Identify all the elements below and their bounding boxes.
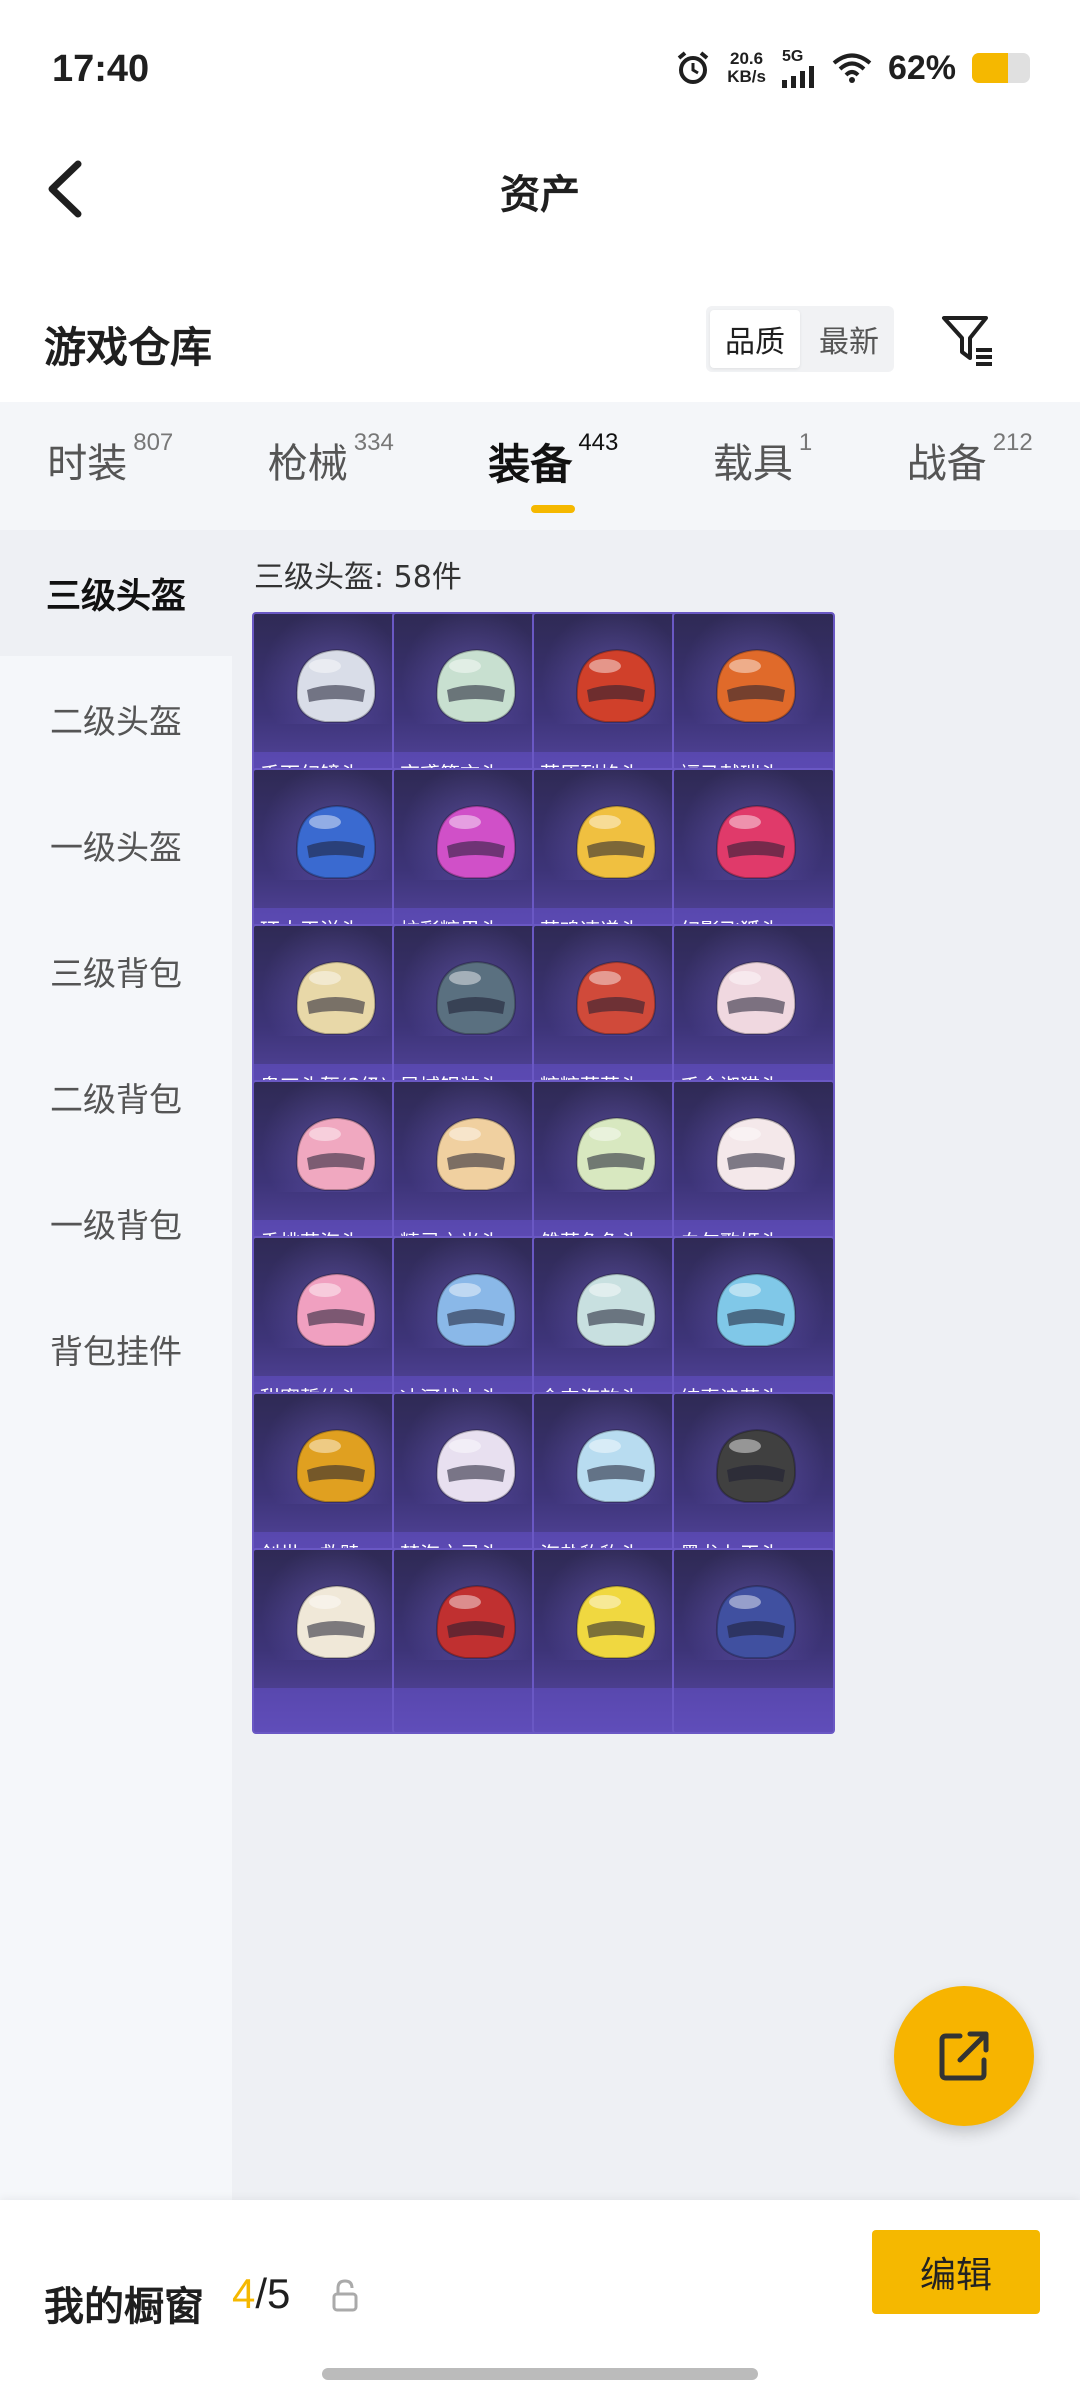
alarm-icon — [677, 51, 709, 84]
tab-label: 时装 — [47, 441, 128, 487]
helmet-icon — [435, 804, 517, 879]
net-speed: 20.6 KB/s — [727, 49, 766, 86]
helmet-icon — [575, 1116, 657, 1191]
lock-icon — [332, 2279, 358, 2312]
item-name — [394, 1688, 553, 1732]
home-indicator — [322, 2368, 758, 2380]
item-card[interactable] — [252, 1548, 415, 1734]
tab-count: 443 — [578, 429, 619, 456]
helmet-icon — [575, 960, 657, 1035]
sort-toggle: 品质 最新 — [706, 306, 894, 372]
status-time: 17:40 — [52, 48, 150, 90]
tab-label: 战备 — [906, 441, 987, 487]
helmet-icon — [575, 1584, 657, 1659]
tab-firearms[interactable]: 枪械 334 — [267, 429, 394, 501]
sidebar-item-level1-helmet[interactable]: 一级头盔 — [0, 782, 232, 908]
share-button[interactable] — [894, 1986, 1034, 2126]
battery-icon — [972, 53, 1030, 83]
tab-combat-gear[interactable]: 战备 212 — [906, 429, 1033, 501]
warehouse-header: 游戏仓库 品质 最新 — [0, 290, 1080, 390]
helmet-icon — [715, 960, 797, 1035]
sidebar-item-level2-helmet[interactable]: 二级头盔 — [0, 656, 232, 782]
share-icon — [939, 2031, 989, 2081]
helmet-icon — [575, 1272, 657, 1347]
helmet-icon — [435, 960, 517, 1035]
helmet-icon — [575, 648, 657, 723]
helmet-icon — [715, 1272, 797, 1347]
filter-icon — [942, 316, 992, 366]
tab-fashion[interactable]: 时装 807 — [47, 429, 174, 501]
helmet-icon — [295, 960, 377, 1035]
helmet-icon — [715, 1584, 797, 1659]
tab-label: 装备 — [488, 440, 573, 489]
item-card[interactable] — [532, 1548, 695, 1734]
tab-label: 载具 — [712, 441, 793, 487]
battery-percent: 62% — [887, 48, 956, 87]
helmet-icon — [295, 1116, 377, 1191]
tab-count: 212 — [992, 429, 1033, 456]
helmet-icon — [295, 1584, 377, 1659]
tab-count: 334 — [353, 429, 394, 456]
app-header: 资产 — [0, 140, 1080, 240]
sort-quality-option[interactable]: 品质 — [710, 310, 800, 368]
item-name — [254, 1688, 413, 1732]
tab-active-indicator — [531, 505, 576, 513]
helmet-icon — [435, 1272, 517, 1347]
tab-label: 枪械 — [267, 441, 348, 487]
helmet-icon — [715, 1428, 797, 1503]
showcase-separator: / — [255, 2270, 268, 2317]
showcase-total: 5 — [267, 2270, 291, 2317]
category-tabs: 时装 807 枪械 334 装备 443 载具 1 战备 212 — [0, 402, 1080, 530]
item-card[interactable] — [672, 1548, 835, 1734]
section-title: 三级头盔: 58件 — [254, 560, 462, 595]
status-bar: 17:40 20.6 KB/s 5G 62% — [0, 0, 1080, 140]
sidebar-item-level3-helmet[interactable]: 三级头盔 — [0, 530, 232, 656]
helmet-icon — [435, 1116, 517, 1191]
sidebar-item-level3-backpack[interactable]: 三级背包 — [0, 908, 232, 1034]
wifi-icon — [832, 53, 872, 83]
subcategory-sidebar: 三级头盔 二级头盔 一级头盔 三级背包 二级背包 一级背包 背包挂件 — [0, 530, 232, 2200]
status-right: 20.6 KB/s 5G 62% — [675, 48, 1030, 88]
helmet-icon — [435, 648, 517, 723]
helmet-icon — [715, 1116, 797, 1191]
battery-fill — [972, 53, 1008, 83]
signal-group: 5G — [781, 48, 816, 88]
helmet-icon — [295, 804, 377, 879]
edit-button[interactable]: 编辑 — [872, 2230, 1040, 2314]
helmet-icon — [295, 1272, 377, 1347]
showcase-count: 4/5 — [232, 2270, 290, 2318]
showcase-label: 我的橱窗 — [44, 2284, 204, 2330]
showcase-current: 4 — [232, 2270, 256, 2317]
item-panel: 三级头盔: 58件 千面幻镜头···夜鸢箴言头···荒原烈焰头···福马献瑞头·… — [232, 530, 1080, 2200]
tab-vehicles[interactable]: 载具 1 — [712, 429, 813, 501]
sort-newest-option[interactable]: 最新 — [804, 306, 894, 372]
tab-count: 1 — [798, 429, 813, 456]
tab-equipment[interactable]: 装备 443 — [488, 429, 619, 513]
signal-icon — [781, 66, 814, 88]
item-name — [674, 1688, 833, 1732]
helmet-icon — [575, 1428, 657, 1503]
helmet-icon — [715, 648, 797, 723]
warehouse-label: 游戏仓库 — [44, 323, 213, 372]
sidebar-item-backpack-charm[interactable]: 背包挂件 — [0, 1286, 232, 1412]
helmet-icon — [715, 804, 797, 879]
helmet-icon — [295, 1428, 377, 1503]
helmet-icon — [295, 648, 377, 723]
page-title: 资产 — [500, 172, 580, 218]
network-type: 5G — [781, 48, 804, 65]
item-name — [534, 1688, 693, 1732]
helmet-icon — [435, 1428, 517, 1503]
helmet-icon — [575, 804, 657, 879]
sidebar-item-level1-backpack[interactable]: 一级背包 — [0, 1160, 232, 1286]
showcase-bar: 我的橱窗 4/5 编辑 — [0, 2200, 1080, 2400]
filter-button[interactable] — [936, 308, 1000, 372]
helmet-icon — [435, 1584, 517, 1659]
item-card[interactable] — [392, 1548, 555, 1734]
sidebar-item-level2-backpack[interactable]: 二级背包 — [0, 1034, 232, 1160]
tab-count: 807 — [133, 429, 174, 456]
